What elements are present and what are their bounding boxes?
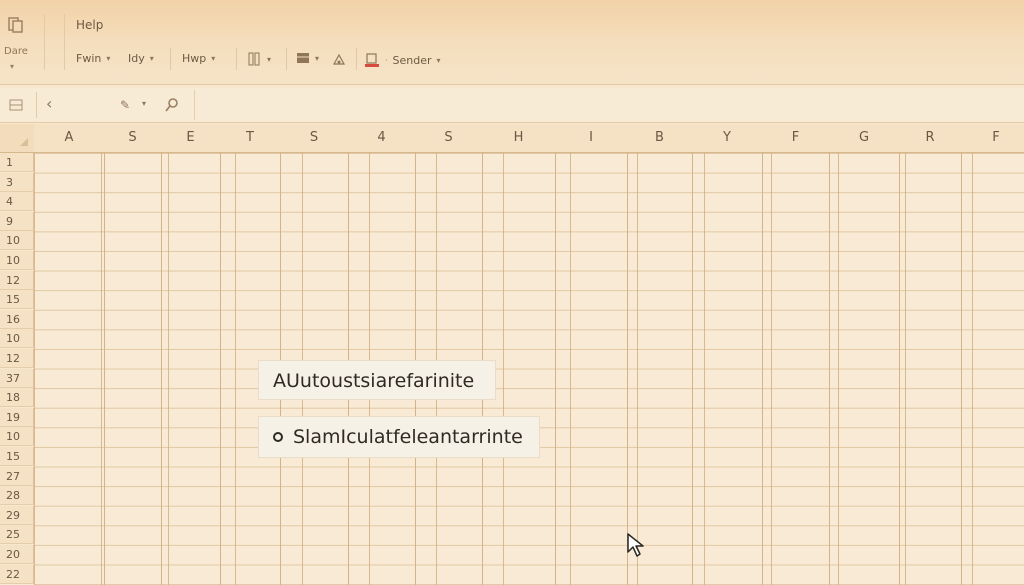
chevron-down-icon: ▾ [267, 54, 272, 64]
column-header[interactable]: F [762, 124, 830, 153]
toolbar-divider [170, 48, 171, 70]
file-menu-arrow[interactable]: ▾ [10, 62, 14, 71]
row-header[interactable]: 10 [0, 251, 34, 270]
row-header[interactable]: 20 [0, 545, 34, 564]
table-dropdown[interactable]: ▾ [296, 52, 319, 64]
row-header[interactable]: 28 [0, 486, 34, 506]
formula-tools: ‹ ✎ ▾ [36, 90, 195, 120]
pencil-icon[interactable]: ✎ [120, 98, 130, 112]
row-header[interactable]: 19 [0, 407, 34, 427]
toolbar-dropdown-3[interactable]: Hwp ▾ [182, 52, 215, 65]
column-header[interactable]: B [627, 124, 693, 153]
toolbar-divider [286, 48, 287, 70]
chevron-down-icon: ▾ [211, 54, 216, 63]
column-header[interactable]: F [961, 124, 1024, 153]
row-header[interactable]: 3 [0, 172, 34, 192]
row-header[interactable]: 37 [0, 368, 34, 388]
row-header[interactable]: 18 [0, 388, 34, 408]
file-icon[interactable] [6, 16, 24, 34]
paint-button[interactable] [332, 52, 346, 66]
column-header[interactable]: S [415, 124, 483, 153]
radio-icon [273, 432, 283, 442]
toolbar-divider [236, 48, 237, 70]
chevron-down-icon: ▾ [106, 54, 111, 63]
column-header[interactable]: S [280, 124, 349, 153]
ribbon-divider [64, 14, 65, 70]
row-header[interactable]: 1 [0, 153, 34, 172]
search-icon[interactable] [164, 97, 180, 113]
name-box[interactable] [0, 92, 37, 118]
column-header[interactable]: T [220, 124, 281, 153]
row-header[interactable]: 22 [0, 564, 34, 584]
row-header[interactable]: 10 [0, 427, 34, 447]
toolbar-dropdown-1[interactable]: Fwin ▾ [76, 52, 110, 65]
autocomplete-option[interactable]: AUutoustsiarefarinite [258, 360, 496, 400]
autocomplete-option-radio[interactable]: SlamIculatfeleantarrinte [258, 416, 540, 458]
sender-dropdown[interactable]: · Sender ▾ [364, 52, 441, 68]
row-header[interactable]: 4 [0, 192, 34, 212]
row-header[interactable]: 10 [0, 231, 34, 251]
column-header[interactable]: G [829, 124, 900, 153]
row-header[interactable]: 12 [0, 349, 34, 368]
chevron-down-icon: ▾ [149, 54, 154, 63]
row-header[interactable]: 29 [0, 505, 34, 525]
row-header[interactable]: 27 [0, 466, 34, 486]
row-header[interactable]: 16 [0, 309, 34, 329]
toolbar-dropdown-2[interactable]: Idy ▾ [128, 52, 154, 65]
grid-icon [9, 99, 23, 111]
column-header[interactable]: R [899, 124, 962, 153]
column-header[interactable]: H [482, 124, 556, 153]
chevron-down-icon: ▾ [436, 55, 441, 65]
chevron-down-icon: ▾ [315, 53, 320, 63]
cell-area[interactable] [34, 153, 1024, 585]
columns-dropdown[interactable]: ▾ [248, 52, 271, 66]
select-all-corner[interactable] [0, 124, 35, 153]
formula-bar: ‹ ✎ ▾ [0, 88, 1024, 123]
file-menu-label[interactable]: Dare [4, 46, 28, 57]
column-header[interactable]: E [161, 124, 221, 153]
table-icon [297, 53, 309, 63]
ribbon: Dare ▾ Help Fwin ▾ Idy ▾ Hwp ▾ ▾ ▾ · Sen… [0, 0, 1024, 85]
toolbar-label: Sender [392, 53, 432, 67]
help-menu[interactable]: Help [76, 18, 103, 32]
toolbar-label: Hwp [182, 52, 207, 65]
text-color-icon [365, 53, 379, 67]
chevron-down-icon[interactable]: ▾ [142, 99, 146, 108]
row-header[interactable]: 25 [0, 525, 34, 545]
columns-icon [248, 52, 260, 66]
spreadsheet-grid[interactable]: ASETS4SHIBYFGRF 1 3 4 9 10 10 12 15 16 10 12 37 18 19… [0, 124, 1024, 585]
mouse-pointer-icon [627, 533, 644, 557]
toolbar-divider [356, 48, 357, 70]
column-header[interactable]: I [555, 124, 628, 153]
row-header[interactable]: 10 [0, 329, 34, 349]
column-header[interactable]: S [104, 124, 162, 153]
row-header[interactable]: 12 [0, 270, 34, 290]
row-header[interactable]: 15 [0, 290, 34, 310]
dot-separator: · [385, 55, 388, 65]
paint-icon [332, 53, 346, 65]
column-header[interactable]: A [34, 124, 105, 153]
back-icon[interactable]: ‹ [46, 94, 52, 113]
toolbar-label: Idy [128, 52, 145, 65]
column-header[interactable]: Y [692, 124, 763, 153]
row-header[interactable]: 15 [0, 447, 34, 466]
toolbar-label: Fwin [76, 52, 102, 65]
autocomplete-option-label: SlamIculatfeleantarrinte [293, 426, 523, 448]
column-header[interactable]: 4 [348, 124, 416, 153]
row-header[interactable]: 9 [0, 211, 34, 231]
ribbon-divider [44, 14, 45, 70]
